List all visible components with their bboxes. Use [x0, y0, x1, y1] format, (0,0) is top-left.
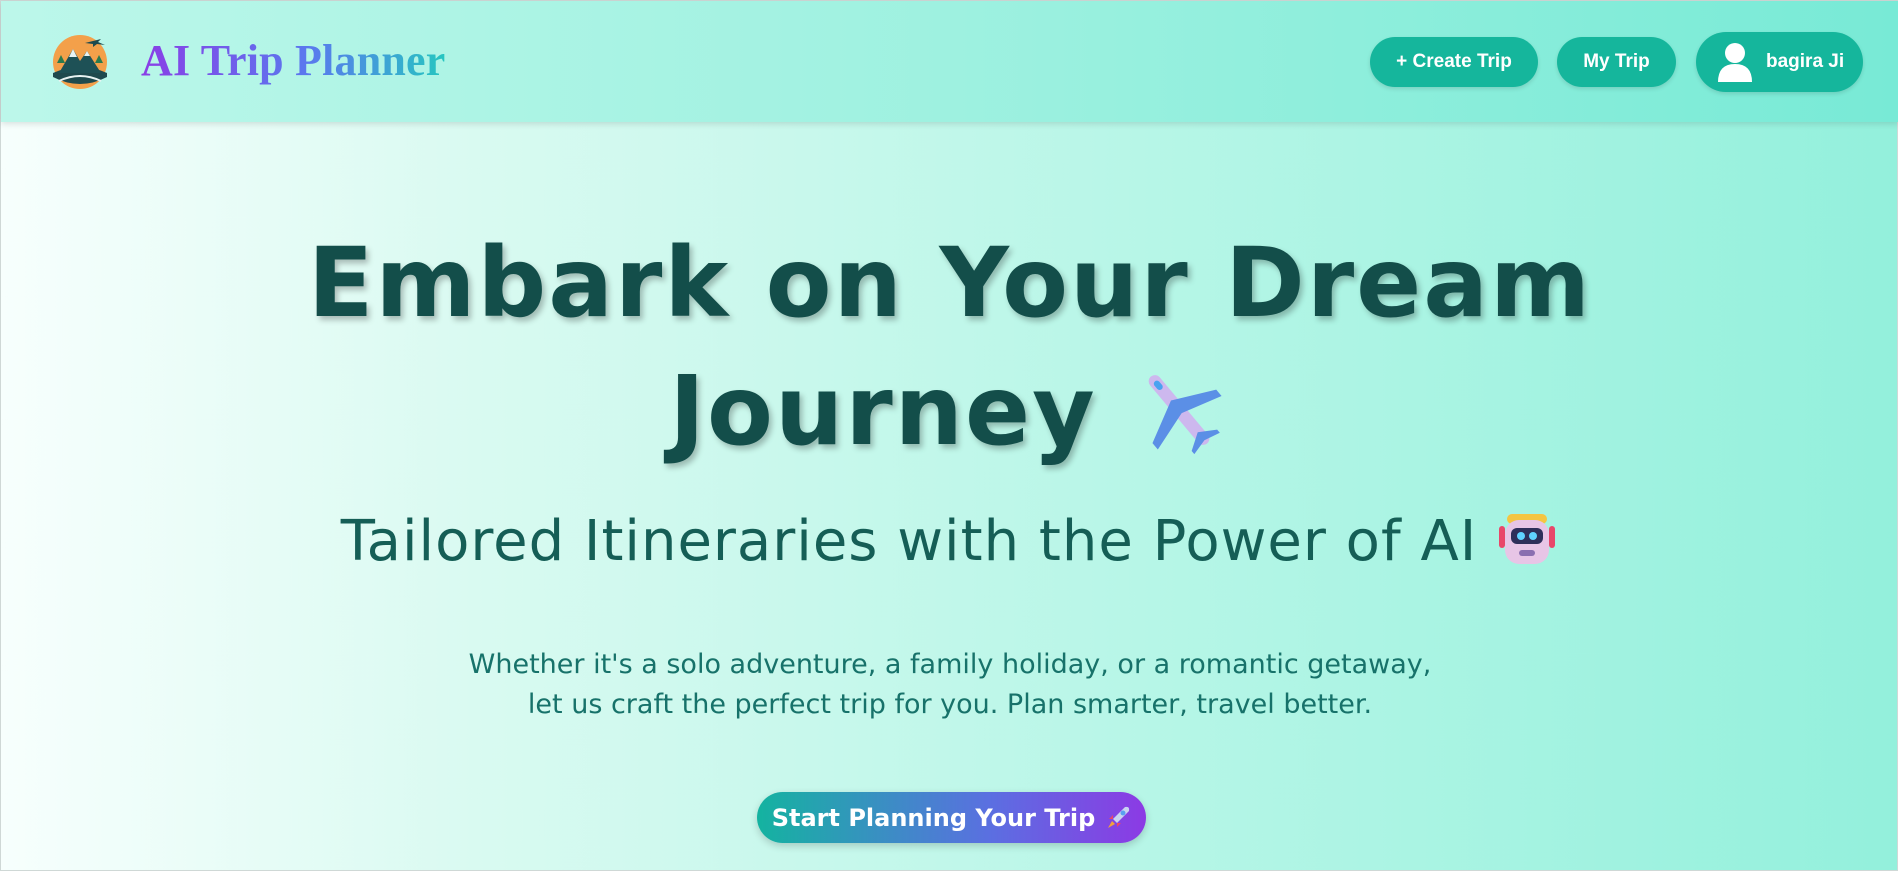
user-name: bagira Ji: [1766, 51, 1845, 72]
mountain-airplane-logo-icon[interactable]: [49, 33, 111, 91]
hero-title: Embark on Your Dream Journey: [1, 219, 1898, 475]
hero-title-line1: Embark on Your Dream: [307, 227, 1593, 339]
robot-emoji-icon: [1499, 514, 1556, 564]
start-planning-label: Start Planning Your Trip: [771, 803, 1096, 832]
hero-title-line2: Journey: [669, 355, 1097, 467]
hero-description-line2: let us craft the perfect trip for you. P…: [527, 689, 1373, 720]
rocket-emoji-icon: [1108, 806, 1130, 828]
airplane-emoji-icon: [1148, 375, 1222, 455]
app-title[interactable]: AI Trip Planner: [141, 35, 446, 87]
user-avatar-icon: [1718, 43, 1752, 82]
my-trip-button[interactable]: My Trip: [1557, 37, 1676, 87]
top-navbar: AI Trip Planner + Create Trip My Trip ba…: [1, 1, 1898, 122]
hero-subtitle-text: Tailored Itineraries with the Power of A…: [340, 509, 1478, 574]
hero-description-line1: Whether it's a solo adventure, a family …: [468, 649, 1432, 680]
hero-description: Whether it's a solo adventure, a family …: [1, 645, 1898, 725]
hero-subtitle: Tailored Itineraries with the Power of A…: [1, 506, 1898, 578]
create-trip-button[interactable]: + Create Trip: [1370, 37, 1538, 87]
user-menu-button[interactable]: bagira Ji: [1696, 32, 1863, 92]
start-planning-button[interactable]: Start Planning Your Trip: [757, 792, 1146, 843]
